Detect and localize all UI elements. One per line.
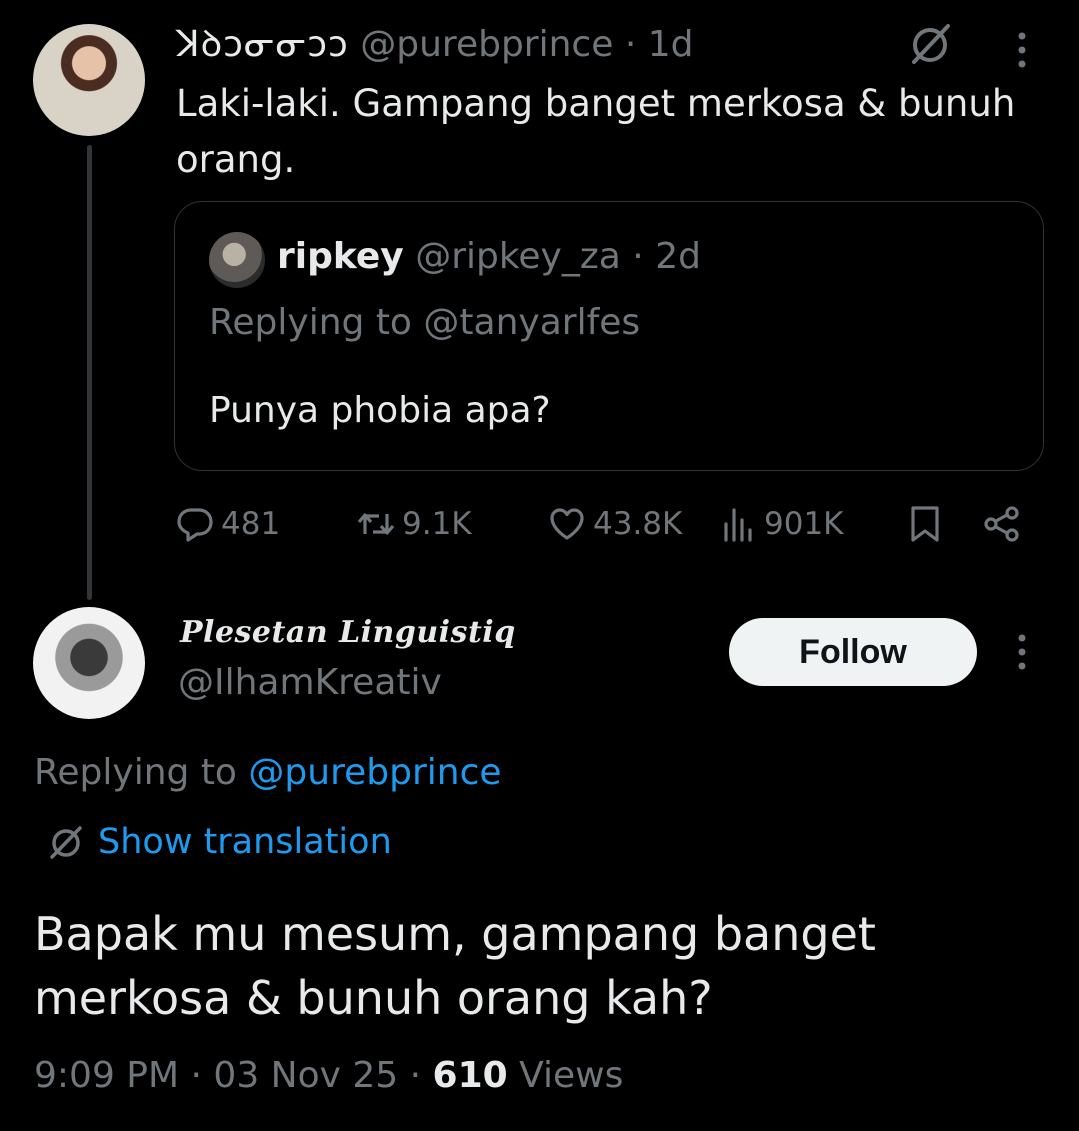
share-icon — [984, 506, 1019, 542]
translate-icon[interactable] — [902, 18, 958, 70]
thread-connector-line — [87, 145, 92, 600]
quoted-tweet-header: ripkey @ripkey_za · 2d — [277, 236, 701, 277]
separator-dot: · — [632, 236, 644, 277]
quoted-replying-handle: @tanyarlfes — [423, 302, 641, 343]
reply-tweet-text: Bapak mu mesum, gampang banget merkosa &… — [34, 907, 876, 1025]
parent-tweet-header: ꓘꝺɔᓂᓂɔɔ @purebprince · 1d — [176, 18, 693, 67]
separator-dot: · — [624, 24, 637, 65]
quoted-replying-label: Replying to — [209, 302, 412, 343]
bookmark-icon — [911, 506, 939, 542]
tweet-date[interactable]: 03 Nov 25 — [213, 1055, 398, 1096]
parent-author-handle[interactable]: @purebprince — [360, 24, 613, 65]
views-chart-icon — [724, 508, 752, 542]
views-button[interactable]: 901K — [718, 500, 844, 548]
reply-replying-to: Replying to @purebprince — [34, 752, 502, 793]
retweet-button[interactable]: 9.1K — [356, 500, 472, 548]
reply-button[interactable]: 481 — [175, 500, 280, 548]
like-count: 43.8K — [593, 506, 683, 542]
translate-icon — [50, 826, 82, 859]
views-count: 901K — [764, 506, 844, 542]
quoted-author-handle: @ripkey_za — [415, 236, 621, 277]
more-vertical-icon[interactable] — [1008, 28, 1036, 72]
replying-handle-link[interactable]: @purebprince — [248, 752, 501, 793]
reply-icon — [177, 508, 213, 542]
more-vertical-icon[interactable] — [1008, 630, 1036, 674]
share-button[interactable] — [982, 500, 1022, 548]
replying-label: Replying to — [34, 752, 237, 793]
reply-count: 481 — [221, 506, 281, 542]
heart-icon — [550, 508, 584, 540]
like-button[interactable]: 43.8K — [547, 500, 682, 548]
quoted-tweet-time: 2d — [655, 236, 701, 277]
tweet-views-count: 610 — [432, 1055, 508, 1096]
show-translation-label: Show translation — [98, 822, 392, 862]
separator-dot: · — [409, 1055, 422, 1096]
parent-tweet-time[interactable]: 1d — [648, 24, 694, 65]
show-translation-link[interactable]: Show translation — [46, 822, 392, 862]
separator-dot: · — [190, 1055, 202, 1096]
quoted-tweet-text: Punya phobia apa? — [209, 390, 551, 431]
avatar-purebprince[interactable] — [33, 24, 145, 136]
reply-author-name[interactable]: Plesetan Linguistiq — [180, 615, 516, 650]
quoted-replying-to: Replying to @tanyarlfes — [209, 302, 640, 343]
reply-tweet-meta: 9:09 PM · 03 Nov 25 · 610 Views — [34, 1055, 623, 1096]
bookmark-button[interactable] — [905, 500, 945, 548]
avatar-ripkey — [209, 232, 265, 288]
avatar-ilhamkreativ[interactable] — [33, 607, 145, 719]
parent-tweet-text: Laki-laki. Gampang banget merkosa & bunu… — [176, 82, 1016, 181]
parent-author-name[interactable]: ꓘꝺɔᓂᓂɔɔ — [176, 24, 349, 65]
quoted-author-name: ripkey — [277, 236, 404, 277]
tweet-views-label: Views — [519, 1055, 624, 1096]
reply-author-handle[interactable]: @IlhamKreativ — [178, 662, 442, 703]
retweet-count: 9.1K — [402, 506, 472, 542]
tweet-time[interactable]: 9:09 PM — [34, 1055, 179, 1096]
follow-button[interactable]: Follow — [729, 618, 977, 686]
retweet-icon — [357, 513, 395, 535]
